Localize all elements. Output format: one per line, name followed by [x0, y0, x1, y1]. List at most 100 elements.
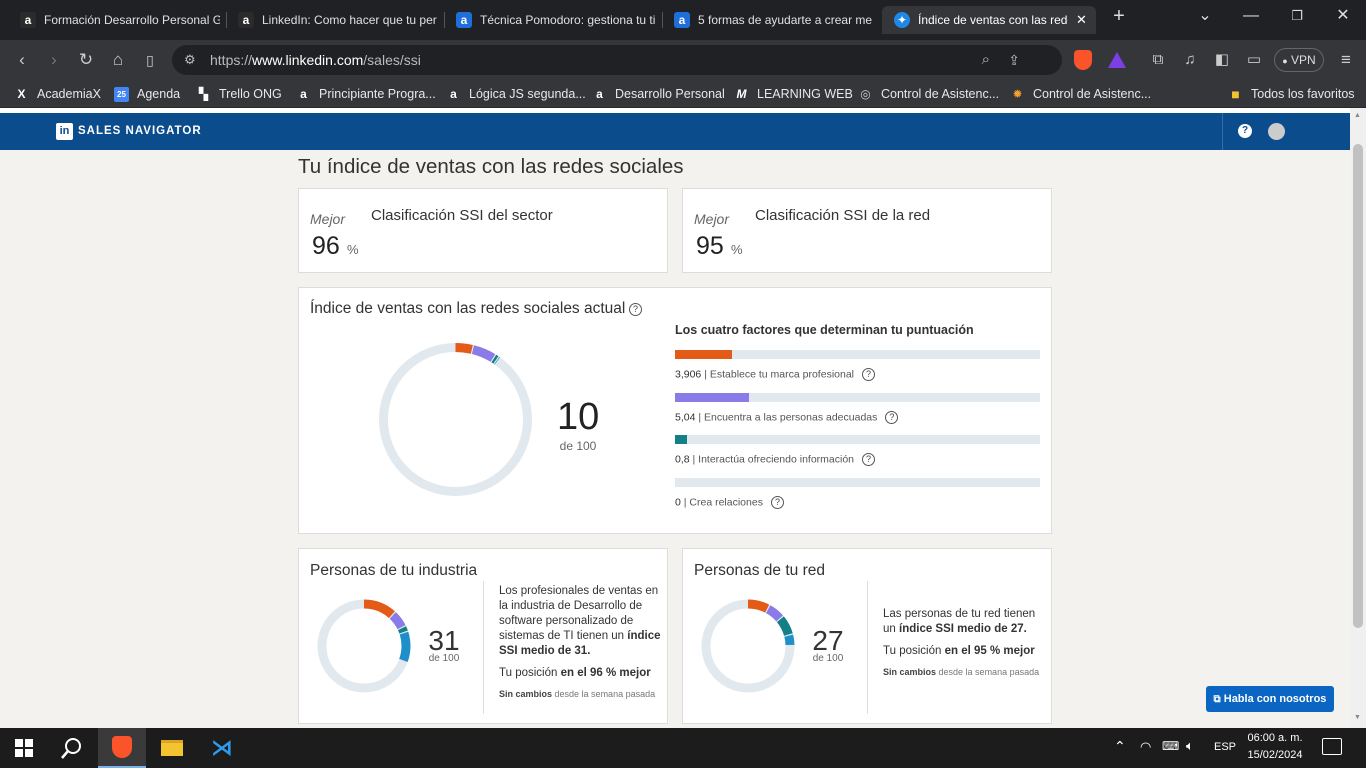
bookmark-item[interactable]: a Principiante Progra... [296, 85, 436, 103]
bookmark-item[interactable]: ▚ Trello ONG [196, 85, 282, 103]
url-bar[interactable]: ⚙ https://www.linkedin.com/sales/ssi ⌕ ⇪ [172, 45, 1062, 75]
m-icon: M [736, 87, 747, 101]
search-button[interactable] [48, 728, 96, 768]
factor-fill [675, 350, 732, 359]
folder-icon [161, 740, 183, 756]
menu-icon[interactable]: ≡ [1334, 48, 1358, 72]
scroll-down-icon[interactable]: ▼ [1354, 714, 1361, 721]
tab-label: 5 formas de ayudarte a crear me [698, 13, 873, 27]
language-bar-icon[interactable]: ⌨ [1162, 739, 1179, 753]
notifications-icon[interactable] [1322, 738, 1342, 755]
factor-help-icon[interactable]: ? [862, 368, 876, 381]
network-people-card: Personas de tu red 27 de 100 Las persona… [682, 548, 1052, 724]
brave-shields-icon[interactable] [1074, 50, 1092, 70]
network-icon[interactable]: ◠ [1140, 739, 1151, 755]
tab-search-chevron-icon[interactable]: ⌄ [1190, 4, 1220, 28]
network-donut [701, 599, 795, 693]
bookmark-label: AcademiaX [37, 87, 101, 101]
factor-bar-relationships [675, 478, 1040, 487]
taskbar-explorer[interactable] [148, 728, 196, 768]
sidebar-icon[interactable]: ◧ [1210, 48, 1234, 72]
minimize-button[interactable]: — [1236, 4, 1266, 28]
restore-button[interactable]: ❐ [1282, 4, 1312, 28]
clock-time[interactable]: 06:00 a. m. [1243, 732, 1307, 744]
scrollbar-thumb[interactable] [1353, 144, 1363, 628]
linkedin-logo-icon[interactable]: in [56, 123, 73, 140]
browser-tab[interactable]: a LinkedIn: Como hacer que tu per [226, 6, 438, 34]
browser-tab[interactable]: a Formación Desarrollo Personal G [8, 6, 220, 34]
bookmark-icon[interactable]: ▯ [138, 48, 162, 72]
media-icon[interactable]: ♫ [1178, 48, 1202, 72]
factors-title: Los cuatro factores que determinan tu pu… [675, 323, 974, 337]
factor-bar-brand [675, 350, 1040, 359]
chat-button[interactable]: ⧉ Habla con nosotros [1206, 686, 1334, 712]
bookmark-item[interactable]: a Desarrollo Personal [592, 85, 725, 103]
network-prefix: Mejor [694, 211, 730, 227]
avatar[interactable] [1268, 123, 1285, 140]
volume-icon[interactable]: 🔈︎ [1186, 738, 1194, 754]
all-favorites[interactable]: ■ Todos los favoritos [1228, 85, 1354, 103]
tab-label: LinkedIn: Como hacer que tu per [262, 13, 437, 27]
bookmark-item[interactable]: X AcademiaX [14, 85, 101, 103]
sector-unit: % [347, 242, 359, 257]
factor-name: Encuentra a las personas adecuadas [704, 411, 878, 424]
chat-label: Habla con nosotros [1223, 693, 1327, 705]
bookmark-label: Agenda [137, 87, 181, 101]
folder-icon: ■ [1231, 86, 1240, 102]
bookmark-label: Trello ONG [219, 87, 282, 101]
wallet-icon[interactable]: ▭ [1242, 48, 1266, 72]
divider [483, 581, 484, 714]
academia-icon: a [20, 12, 36, 28]
vpn-button[interactable]: ● VPN [1274, 48, 1324, 72]
ssi-help-icon[interactable]: ? [629, 303, 642, 316]
site-info-icon[interactable]: ⚙ [184, 45, 196, 75]
industry-title: Personas de tu industria [310, 562, 478, 579]
bookmark-item[interactable]: ✹ Control de Asistenc... [1010, 85, 1151, 103]
forward-icon[interactable]: › [42, 48, 66, 72]
bookmark-item[interactable]: M LEARNING WEB [734, 85, 853, 103]
ssi-donut-track [379, 343, 532, 496]
page-scrollbar[interactable]: ▲ ▼ [1350, 108, 1366, 728]
factor-help-icon[interactable]: ? [885, 411, 899, 424]
search-icon [61, 738, 81, 759]
scroll-up-icon[interactable]: ▲ [1354, 112, 1361, 119]
factor-help-icon[interactable]: ? [862, 453, 876, 466]
clock-date[interactable]: 15/02/2024 [1243, 749, 1307, 761]
header-divider [1222, 113, 1223, 150]
factor-label: 0,8 | Interactúa ofreciendo información? [675, 453, 876, 466]
language-label[interactable]: ESP [1214, 741, 1236, 753]
close-window-button[interactable]: ✕ [1328, 4, 1358, 28]
bookmark-label: Lógica JS segunda... [469, 87, 586, 101]
start-button[interactable] [0, 728, 48, 768]
browser-tab-active[interactable]: ✦ Índice de ventas con las rede ✕ [882, 6, 1096, 34]
extensions-icon[interactable]: ⧉ [1146, 48, 1170, 72]
browser-tab[interactable]: a 5 formas de ayudarte a crear me [662, 6, 874, 34]
tray-chevron-icon[interactable]: ⌃ [1114, 738, 1126, 755]
network-unit: % [731, 242, 743, 257]
bookmark-label: Principiante Progra... [319, 87, 436, 101]
network-out-of: de 100 [812, 653, 844, 664]
factor-help-icon[interactable]: ? [770, 496, 784, 509]
bookmark-item[interactable]: 25 Agenda [114, 85, 180, 103]
bookmark-item[interactable]: a Lógica JS segunda... [446, 85, 586, 103]
zoom-icon[interactable]: ⌕ [982, 45, 990, 75]
reload-icon[interactable]: ↻ [74, 48, 98, 72]
browser-tab[interactable]: a Técnica Pomodoro: gestiona tu ti [444, 6, 656, 34]
academia-blue-icon: a [674, 12, 690, 28]
url-domain: www.linkedin.com [252, 52, 364, 68]
new-tab-button[interactable]: + [1104, 4, 1134, 28]
sector-title: Clasificación SSI del sector [371, 207, 553, 224]
taskbar-brave[interactable] [98, 728, 146, 768]
home-icon[interactable]: ⌂ [106, 48, 130, 72]
help-icon[interactable]: ? [1238, 124, 1252, 138]
back-icon[interactable]: ‹ [10, 48, 34, 72]
bookmark-item[interactable]: ◎ Control de Asistenc... [858, 85, 999, 103]
taskbar-vscode[interactable]: ⋊ [198, 728, 246, 768]
academia-blue-icon: a [456, 12, 472, 28]
brave-icon [112, 736, 132, 758]
share-icon[interactable]: ⇪ [1008, 45, 1020, 75]
close-tab-icon[interactable]: ✕ [1076, 12, 1087, 28]
brave-rewards-icon[interactable] [1108, 52, 1126, 68]
ssi-title: Índice de ventas con las redes sociales … [310, 300, 626, 317]
bookmark-label: LEARNING WEB [757, 87, 853, 101]
